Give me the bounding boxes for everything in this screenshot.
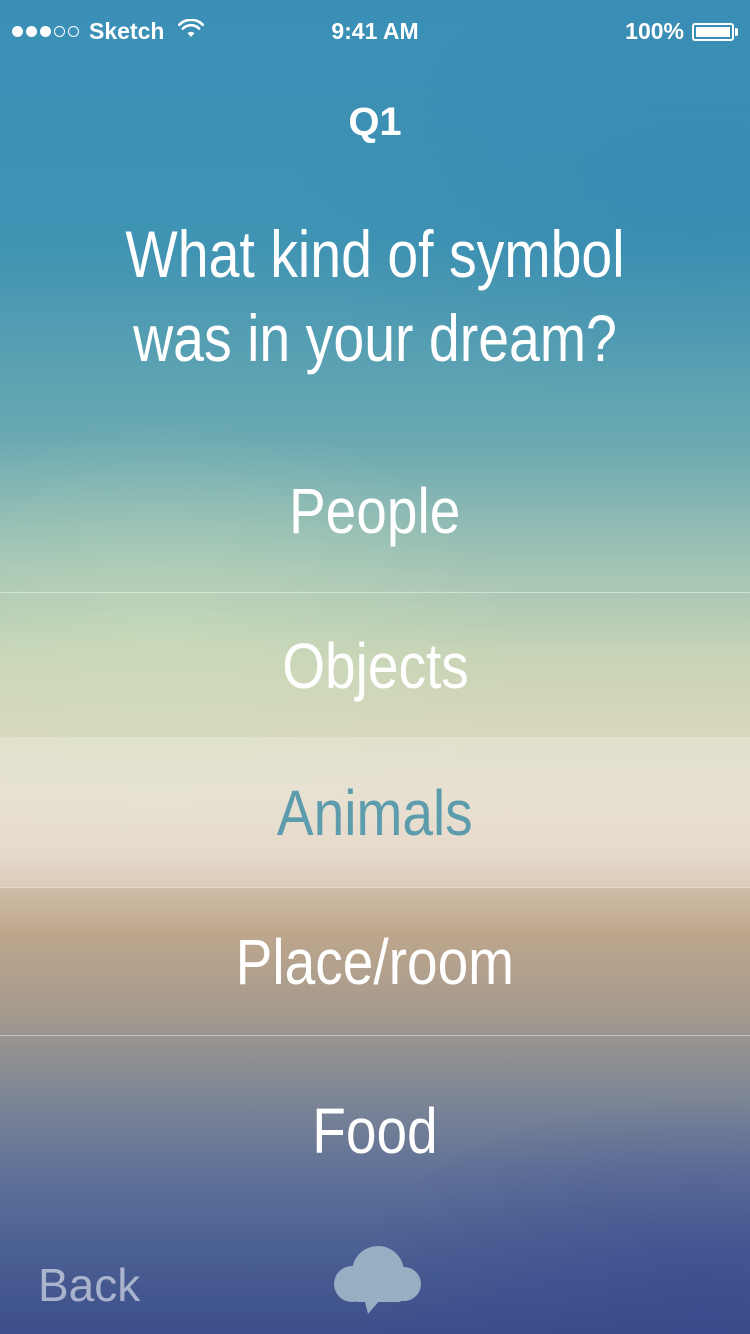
battery-body (692, 22, 734, 41)
option-objects[interactable]: Objects (0, 593, 750, 738)
option-label: Food (312, 1095, 438, 1167)
question-text: What kind of symbol was in your dream? (110, 212, 639, 380)
battery-fill (696, 26, 730, 37)
status-right: 100% (625, 18, 738, 45)
back-button[interactable]: Back (38, 1258, 140, 1312)
option-place-room[interactable]: Place/room (0, 888, 750, 1035)
battery-tip (735, 27, 738, 36)
battery-percent: 100% (625, 18, 684, 44)
option-food[interactable]: Food (0, 1036, 750, 1226)
battery-icon (692, 22, 738, 41)
question-line-1: What kind of symbol (125, 217, 625, 291)
option-label: Objects (281, 629, 469, 702)
option-label: Place/room (235, 925, 515, 998)
option-label: Animals (277, 777, 473, 849)
status-bar: Sketch 9:41 AM 100% (0, 0, 750, 64)
speech-cloud-icon[interactable] (328, 1242, 424, 1314)
option-people[interactable]: People (0, 430, 750, 592)
option-animals[interactable]: Animals (0, 739, 750, 887)
question-line-2: was in your dream? (133, 301, 617, 375)
question-number: Q1 (348, 100, 402, 144)
option-label: People (289, 475, 461, 547)
